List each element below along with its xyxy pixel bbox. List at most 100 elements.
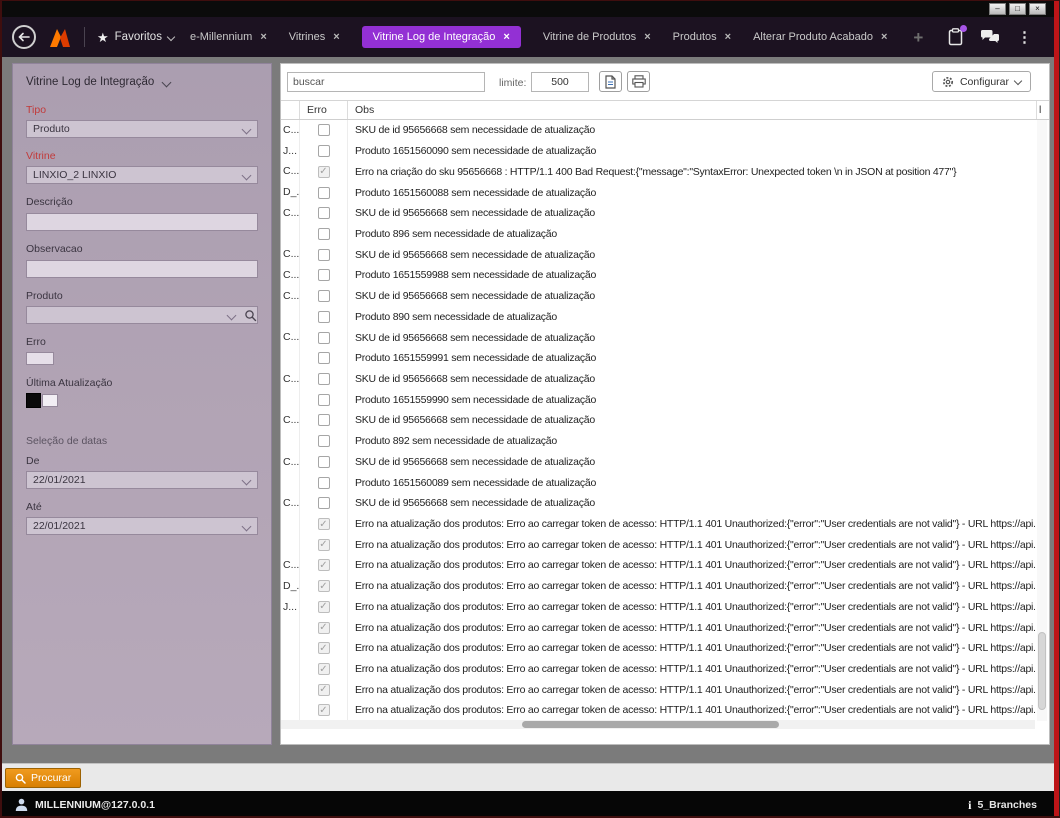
close-button[interactable]: × [1029,3,1046,15]
erro-checkbox[interactable] [317,455,330,468]
print-button[interactable] [627,71,650,92]
tab-close-icon[interactable]: × [644,31,650,43]
table-row[interactable]: C... SKU de id 95656668 sem necessidade d… [281,451,1035,473]
tab-close-icon[interactable]: × [725,31,731,43]
erro-checkbox[interactable] [317,248,330,261]
col-erro-header[interactable]: Erro [300,101,348,119]
tab-produtos[interactable]: Produtos × [673,31,731,43]
table-row[interactable]: C... Produto 1651559988 sem necessidade d… [281,265,1035,286]
erro-checkbox[interactable] [317,663,330,676]
minimize-button[interactable]: – [989,3,1006,15]
table-row[interactable]: C... Erro na atualização dos produtos: Er… [281,555,1035,576]
configure-button[interactable]: Configurar [931,71,1031,92]
horizontal-scroll-thumb[interactable] [522,721,779,728]
vertical-scrollbar[interactable] [1037,120,1047,721]
maximize-button[interactable]: □ [1009,3,1026,15]
tab-vitrine-de-produtos[interactable]: Vitrine de Produtos × [543,31,651,43]
table-row[interactable]: Produto 1651559990 sem necessidade de at… [281,389,1035,411]
search-input[interactable] [287,72,485,92]
erro-checkbox[interactable] [317,145,330,158]
erro-checkbox[interactable] [317,642,330,655]
kebab-menu-icon[interactable]: ⋮ [1017,30,1032,45]
favorites-button[interactable]: ★ Favoritos [97,31,176,44]
vitrine-select[interactable]: LINXIO_2 LINXIO [26,166,258,184]
erro-checkbox[interactable] [317,165,330,178]
col-first-header[interactable] [281,101,300,119]
descricao-input[interactable] [26,213,258,231]
erro-checkbox[interactable] [317,538,330,551]
erro-filter-box[interactable] [26,352,54,365]
table-row[interactable]: J... Erro na atualização dos produtos: Er… [281,596,1035,618]
erro-checkbox[interactable] [317,580,330,593]
erro-checkbox[interactable] [317,331,330,344]
tab-alterar-produto-acabado[interactable]: Alterar Produto Acabado × [753,31,887,43]
tab-vitrine-log-de-integra-o[interactable]: Vitrine Log de Integração × [361,26,521,48]
table-row[interactable]: C... SKU de id 95656668 sem necessidade d… [281,368,1035,390]
ultima-atualizacao-box[interactable] [42,394,58,407]
table-row[interactable]: Erro na atualização dos produtos: Erro a… [281,513,1035,535]
add-tab-button[interactable]: + [913,29,923,46]
table-row[interactable]: Produto 892 sem necessidade de atualizaç… [281,430,1035,452]
tipo-select[interactable]: Produto [26,120,258,138]
table-row[interactable]: J... Produto 1651560090 sem necessidade d… [281,140,1035,162]
back-button[interactable] [12,25,36,49]
erro-checkbox[interactable] [317,704,330,717]
erro-checkbox[interactable] [317,290,330,303]
limit-input[interactable] [531,72,589,92]
erro-checkbox[interactable] [317,186,330,199]
table-row[interactable]: Produto 890 sem necessidade de atualizaç… [281,306,1035,328]
erro-checkbox[interactable] [317,207,330,220]
branches-indicator[interactable]: i 5_Branches [968,798,1037,813]
tab-vitrines[interactable]: Vitrines × [289,31,340,43]
erro-checkbox[interactable] [317,352,330,365]
erro-checkbox[interactable] [317,497,330,510]
erro-checkbox[interactable] [317,393,330,406]
search-icon[interactable] [244,309,257,322]
table-row[interactable]: C... SKU de id 95656668 sem necessidade d… [281,202,1035,224]
tab-close-icon[interactable]: × [333,31,339,43]
table-row[interactable]: D_... Produto 1651560088 sem necessidade … [281,182,1035,203]
table-row[interactable]: Erro na atualização dos produtos: Erro a… [281,637,1035,659]
tab-close-icon[interactable]: × [881,31,887,43]
table-row[interactable]: D_... Erro na atualização dos produtos: E… [281,575,1035,597]
table-row[interactable]: C... SKU de id 95656668 sem necessidade d… [281,244,1035,266]
erro-checkbox[interactable] [317,683,330,696]
table-row[interactable]: C... SKU de id 95656668 sem necessidade d… [281,492,1035,514]
table-row[interactable]: C... SKU de id 95656668 sem necessidade d… [281,327,1035,348]
erro-checkbox[interactable] [317,414,330,427]
erro-checkbox[interactable] [317,518,330,531]
table-row[interactable]: Produto 1651559991 sem necessidade de at… [281,347,1035,369]
tab-e-millennium[interactable]: e-Millennium × [190,31,267,43]
erro-checkbox[interactable] [317,124,330,137]
produto-select[interactable] [26,306,258,324]
table-row[interactable]: C... Erro na criação do sku 95656668 : HT… [281,161,1035,183]
procurar-button[interactable]: Procurar [5,768,82,788]
millennium-logo-icon[interactable] [48,27,72,48]
vertical-scroll-thumb[interactable] [1038,632,1046,710]
observacao-input[interactable] [26,260,258,278]
ate-date-select[interactable]: 22/01/2021 [26,517,258,535]
table-row[interactable]: C... SKU de id 95656668 sem necessidade d… [281,285,1035,307]
horizontal-scrollbar[interactable] [281,720,1035,729]
de-date-select[interactable]: 22/01/2021 [26,471,258,489]
table-row[interactable]: C... SKU de id 95656668 sem necessidade d… [281,120,1035,141]
erro-checkbox[interactable] [317,269,330,282]
erro-checkbox[interactable] [317,559,330,572]
table-row[interactable]: Produto 896 sem necessidade de atualizaç… [281,223,1035,245]
erro-checkbox[interactable] [317,476,330,489]
tab-close-icon[interactable]: × [260,31,266,43]
table-row[interactable]: Erro na atualização dos produtos: Erro a… [281,658,1035,680]
erro-checkbox[interactable] [317,310,330,323]
erro-checkbox[interactable] [317,372,330,385]
col-obs-header[interactable]: Obs [348,101,1036,119]
messages-button[interactable] [980,29,1000,45]
color-swatch[interactable] [26,393,41,408]
table-row[interactable]: Erro na atualização dos produtos: Erro a… [281,679,1035,701]
erro-checkbox[interactable] [317,227,330,240]
clipboard-button[interactable] [948,25,967,46]
erro-checkbox[interactable] [317,621,330,634]
export-button[interactable] [599,71,622,92]
table-row[interactable]: Erro na atualização dos produtos: Erro a… [281,700,1035,721]
erro-checkbox[interactable] [317,435,330,448]
table-row[interactable]: Produto 1651560089 sem necessidade de at… [281,472,1035,493]
